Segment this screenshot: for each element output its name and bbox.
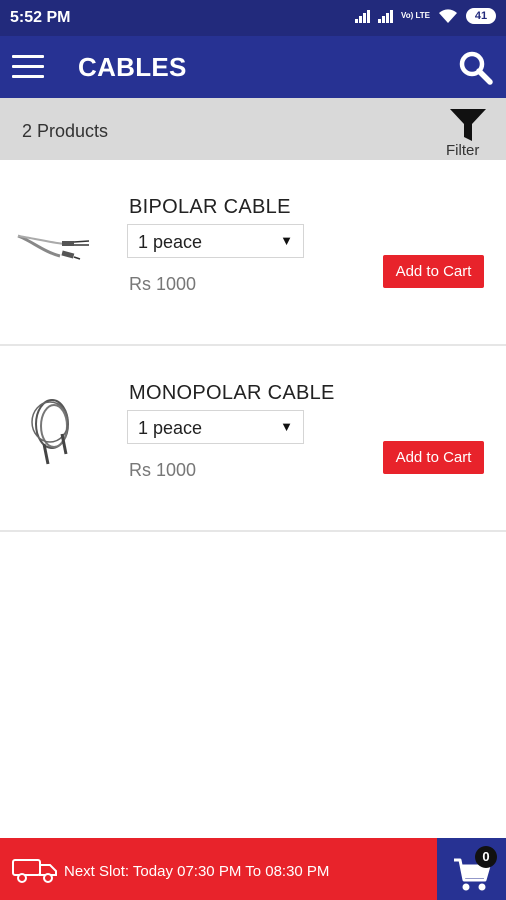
quantity-dropdown[interactable]: 1 peace ▼ <box>127 224 304 258</box>
volte-icon: Vo) LTE <box>400 11 430 20</box>
bipolar-cable-image <box>17 234 90 260</box>
quantity-dropdown[interactable]: 1 peace ▼ <box>127 410 304 444</box>
dropdown-arrow-icon: ▼ <box>280 419 293 434</box>
add-to-cart-button[interactable]: Add to Cart <box>383 255 484 288</box>
status-icons: Vo) LTE 41 <box>354 8 496 24</box>
product-count: 2 Products <box>22 121 109 141</box>
delivery-truck-icon <box>12 859 57 883</box>
cart-button[interactable]: 0 <box>437 838 506 900</box>
quantity-value: 1 peace <box>138 418 203 438</box>
quantity-value: 1 peace <box>138 232 203 252</box>
product-price: Rs 1000 <box>129 274 197 294</box>
filter-label: Filter <box>446 142 480 159</box>
battery-level: 41 <box>474 10 488 22</box>
product-name: BIPOLAR CABLE <box>129 196 291 218</box>
status-time: 5:52 PM <box>10 9 71 26</box>
page-title: CABLES <box>78 52 187 82</box>
delivery-slot-bar: Next Slot: Today 07:30 PM To 08:30 PM <box>0 838 437 900</box>
status-bar: 5:52 PM Vo) LTE 41 <box>0 0 506 36</box>
app-toolbar: CABLES <box>0 36 506 98</box>
product-name: MONOPOLAR CABLE <box>129 382 335 404</box>
monopolar-cable-image <box>31 399 69 465</box>
cart-count-badge: 0 <box>475 846 497 868</box>
battery-icon: 41 <box>466 8 496 24</box>
next-slot-text: Next Slot: Today 07:30 PM To 08:30 PM <box>64 863 330 880</box>
filter-icon <box>450 109 486 141</box>
wifi-icon <box>439 9 457 23</box>
add-to-cart-button[interactable]: Add to Cart <box>383 441 484 474</box>
hamburger-menu-icon[interactable] <box>12 55 44 81</box>
filter-button[interactable]: Filter <box>446 108 488 159</box>
dropdown-arrow-icon: ▼ <box>280 233 293 248</box>
product-card: MONOPOLAR CABLE 1 peace ▼ Rs 1000 Add to… <box>0 346 506 532</box>
product-price: Rs 1000 <box>129 460 197 480</box>
search-icon[interactable] <box>458 50 494 86</box>
signal-icon <box>377 9 393 23</box>
signal-icon <box>354 9 370 23</box>
results-bar: 2 Products Filter <box>0 98 506 160</box>
product-card: BIPOLAR CABLE 1 peace ▼ Rs 1000 Add to C… <box>0 160 506 346</box>
